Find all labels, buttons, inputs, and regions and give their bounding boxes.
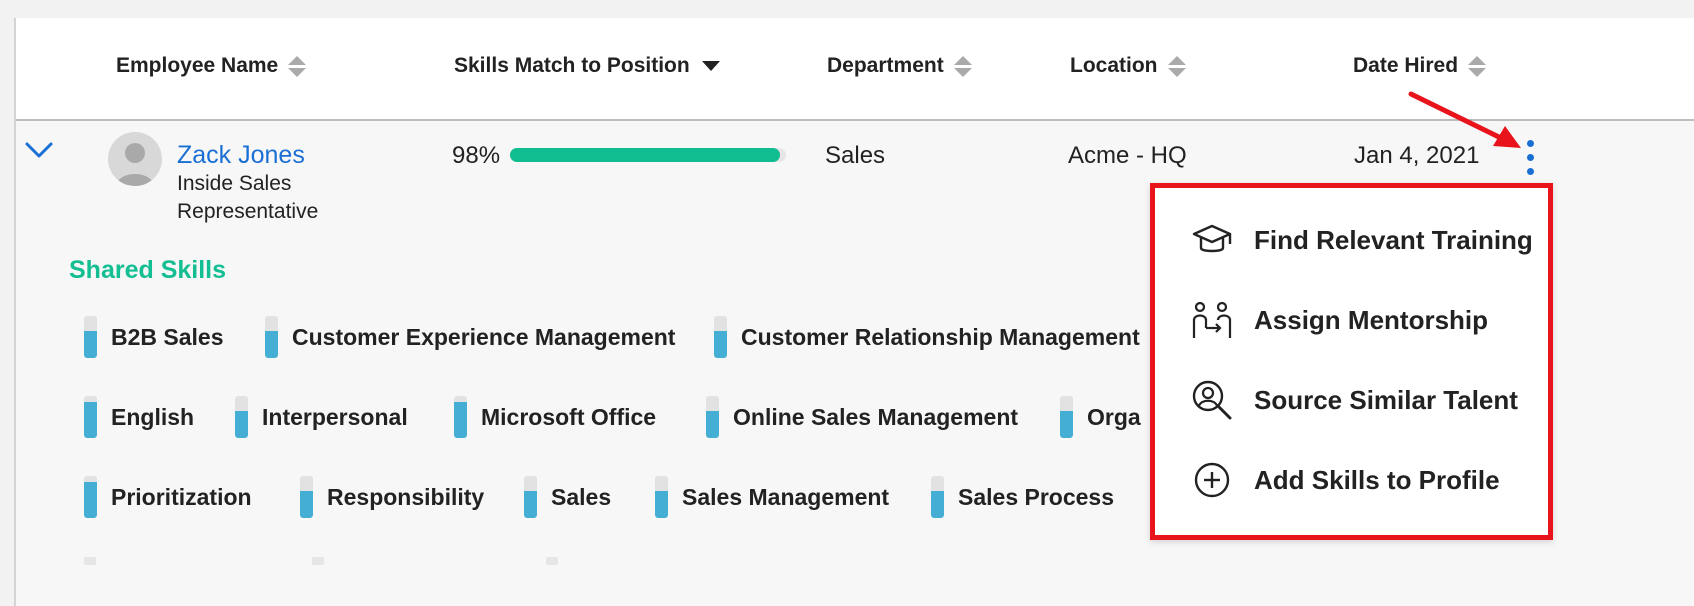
skill-chip: Prioritization <box>84 476 252 518</box>
menu-item-find-relevant-training[interactable]: Find Relevant Training <box>1190 218 1533 262</box>
more-options-icon[interactable] <box>1527 140 1534 175</box>
sort-descending-icon[interactable] <box>701 61 720 71</box>
column-header-location[interactable]: Location <box>1070 54 1186 78</box>
skill-chip: Online Sales Management <box>706 396 1018 438</box>
skill-chip: Sales <box>524 476 611 518</box>
menu-item-assign-mentorship[interactable]: Assign Mentorship <box>1190 298 1488 342</box>
skill-level-indicator <box>84 396 97 438</box>
annotation-arrow <box>1408 91 1521 148</box>
actions-menu: Find Relevant Training Assign Mentorship… <box>1150 183 1553 540</box>
skill-level-indicator <box>300 476 313 518</box>
skill-chip: Sales Process <box>931 476 1114 518</box>
skill-level-indicator <box>714 316 727 358</box>
sort-icon[interactable] <box>1167 55 1186 77</box>
skill-level-indicator <box>265 316 278 358</box>
department-value: Sales <box>825 142 886 169</box>
column-header-employee-name[interactable]: Employee Name <box>116 54 307 78</box>
column-header-skills-match[interactable]: Skills Match to Position <box>454 54 720 78</box>
sort-icon[interactable] <box>953 55 972 77</box>
match-progress-fill <box>510 148 781 162</box>
more-skills-row-hint <box>84 557 558 565</box>
mentorship-icon <box>1192 301 1232 338</box>
employee-name-link[interactable]: Zack Jones <box>177 141 305 170</box>
match-progress-bar <box>510 148 786 162</box>
skill-level-indicator <box>524 476 537 518</box>
menu-item-source-similar-talent[interactable]: Source Similar Talent <box>1190 378 1518 422</box>
skill-chip: Responsibility <box>300 476 484 518</box>
skill-chip: B2B Sales <box>84 316 224 358</box>
sort-icon[interactable] <box>288 55 307 77</box>
skill-chip: Sales Management <box>655 476 889 518</box>
skill-level-indicator <box>235 396 248 438</box>
skill-chip: Customer Relationship Management <box>714 316 1140 358</box>
skill-level-indicator <box>84 316 97 358</box>
graduation-cap-icon <box>1192 224 1232 253</box>
plus-circle-icon <box>1194 462 1230 498</box>
chevron-down-icon[interactable] <box>24 140 54 160</box>
skill-chip: Customer Experience Management <box>265 316 675 358</box>
skill-level-indicator <box>655 476 668 518</box>
skill-level-indicator <box>706 396 719 438</box>
skill-chip: Microsoft Office <box>454 396 656 438</box>
menu-item-add-skills-to-profile[interactable]: Add Skills to Profile <box>1190 458 1500 502</box>
column-header-date-hired[interactable]: Date Hired <box>1353 54 1487 78</box>
avatar <box>108 132 162 186</box>
skill-chip: Interpersonal <box>235 396 408 438</box>
skill-level-indicator <box>1060 396 1073 438</box>
skill-chip: Orga <box>1060 396 1141 438</box>
sort-icon[interactable] <box>1468 55 1487 77</box>
column-header-department[interactable]: Department <box>827 54 972 78</box>
skill-chip: English <box>84 396 194 438</box>
match-percent: 98% <box>452 142 501 169</box>
search-person-icon <box>1192 380 1232 420</box>
shared-skills-title: Shared Skills <box>69 256 227 284</box>
skill-level-indicator <box>84 476 97 518</box>
location-value: Acme - HQ <box>1068 142 1187 169</box>
employee-title-line-2: Representative <box>177 200 319 223</box>
employee-title-line-1: Inside Sales <box>177 172 292 195</box>
skill-level-indicator <box>931 476 944 518</box>
skill-level-indicator <box>454 396 467 438</box>
